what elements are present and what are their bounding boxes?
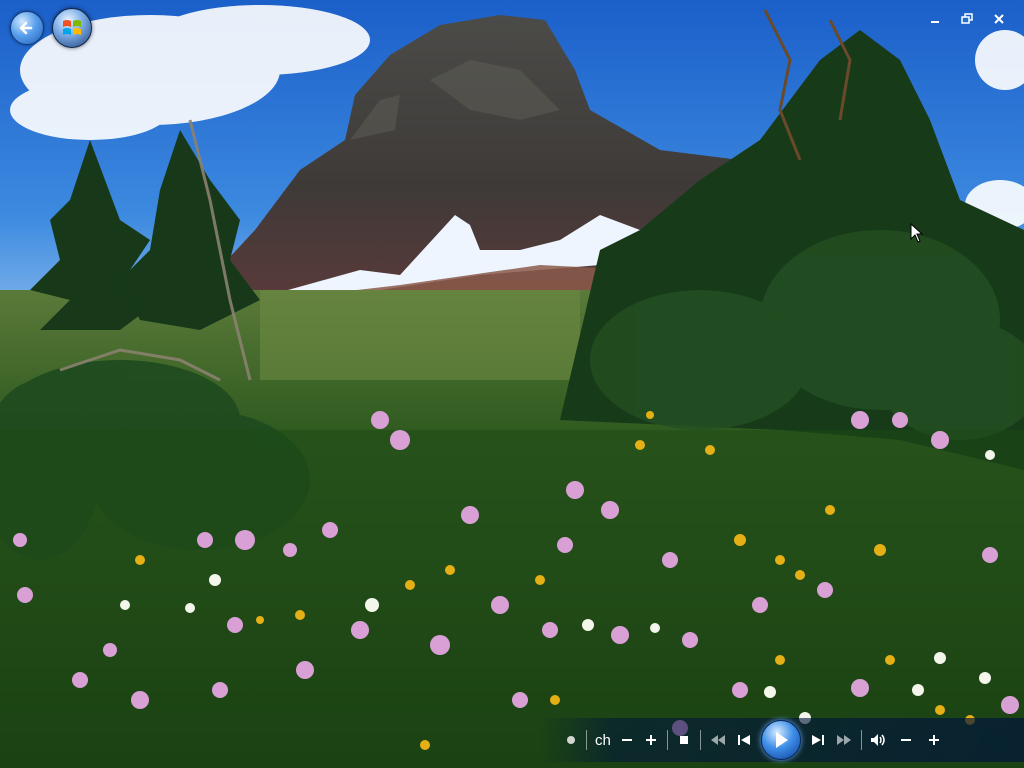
close-icon: [994, 14, 1004, 24]
restore-button[interactable]: [954, 8, 980, 30]
volume-up-icon: [928, 735, 939, 745]
volume-down-button[interactable]: [892, 726, 920, 754]
minimize-button[interactable]: [922, 8, 948, 30]
mouse-cursor: [910, 223, 924, 243]
rewind-icon: [710, 735, 725, 745]
next-button[interactable]: [805, 726, 831, 754]
next-icon: [811, 735, 824, 745]
back-button[interactable]: [10, 11, 44, 45]
restore-icon: [961, 13, 973, 24]
start-button[interactable]: [52, 8, 92, 48]
dot-icon: [567, 736, 575, 744]
mute-button[interactable]: [866, 726, 892, 754]
channel-up-button[interactable]: [639, 726, 663, 754]
close-button[interactable]: [986, 8, 1012, 30]
window-controls: [922, 8, 1012, 30]
stop-icon: [679, 736, 688, 744]
background-photo: [0, 0, 1024, 768]
channel-up-icon: [645, 735, 656, 745]
separator: [860, 730, 862, 750]
channel-down-icon: [621, 739, 632, 741]
channel-label: ch: [595, 731, 611, 749]
volume-up-button[interactable]: [920, 726, 948, 754]
play-icon: [775, 732, 788, 748]
minimize-icon: [931, 21, 939, 23]
dot-button[interactable]: [560, 726, 582, 754]
separator: [666, 730, 668, 750]
volume-down-icon: [900, 739, 911, 741]
playback-controls: ch: [560, 720, 1024, 760]
rewind-button[interactable]: [705, 726, 731, 754]
separator: [586, 730, 587, 750]
windows-orb-icon: [63, 20, 81, 35]
stop-button[interactable]: [672, 726, 696, 754]
previous-button[interactable]: [731, 726, 757, 754]
back-arrow-icon: [19, 21, 33, 35]
fast-forward-button[interactable]: [831, 726, 857, 754]
previous-icon: [737, 735, 750, 745]
play-button[interactable]: [760, 720, 801, 760]
separator: [699, 730, 701, 750]
channel-down-button[interactable]: [615, 726, 639, 754]
fast-forward-icon: [836, 735, 851, 745]
volume-icon: [870, 734, 885, 746]
